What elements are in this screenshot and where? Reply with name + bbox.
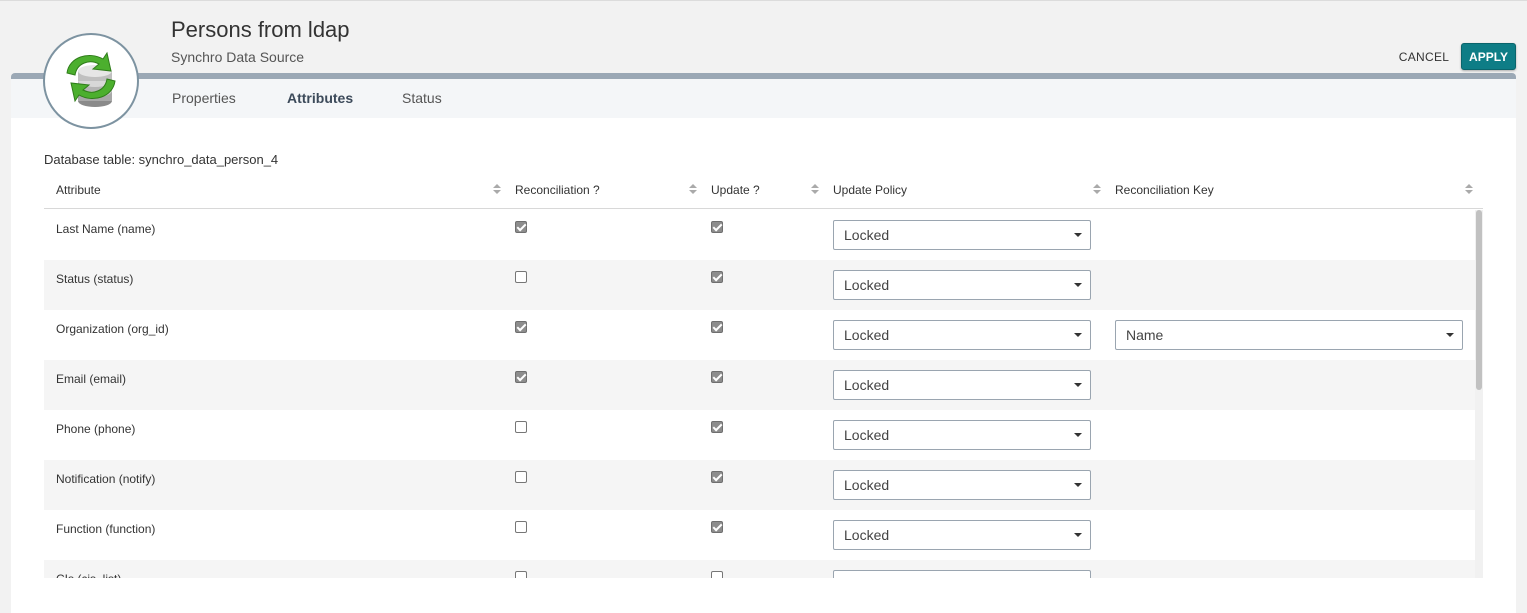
update-policy-value: Locked	[844, 427, 890, 443]
update-checkbox[interactable]	[711, 271, 723, 283]
update-policy-select[interactable]: Locked	[833, 320, 1091, 350]
attributes-table-body: Last Name (name) Locked Status (status) Loc…	[44, 210, 1475, 578]
caret-down-icon	[1074, 383, 1082, 387]
column-header-reconciliation[interactable]: Reconciliation ?	[515, 183, 600, 197]
table-row: Status (status) Locked	[44, 260, 1475, 310]
update-policy-select[interactable]	[833, 570, 1091, 578]
table-row: Last Name (name) Locked	[44, 210, 1475, 260]
attribute-name: CIs (cis_list)	[56, 572, 121, 578]
table-row: Email (email) Locked	[44, 360, 1475, 410]
caret-down-icon	[1074, 483, 1082, 487]
sort-icon[interactable]	[493, 184, 501, 196]
page-subtitle: Synchro Data Source	[171, 49, 305, 65]
cancel-button[interactable]: CANCEL	[1390, 44, 1458, 70]
reconciliation-key-value: Name	[1126, 327, 1164, 343]
update-checkbox[interactable]	[711, 421, 723, 433]
page-title: Persons from ldap	[171, 17, 350, 42]
update-policy-select[interactable]: Locked	[833, 420, 1091, 450]
sort-icon[interactable]	[1465, 184, 1473, 196]
attribute-name: Function (function)	[56, 522, 156, 536]
caret-down-icon	[1446, 333, 1454, 337]
table-scrollbar[interactable]	[1475, 210, 1483, 578]
reconciliation-checkbox[interactable]	[515, 321, 527, 333]
update-policy-value: Locked	[844, 227, 890, 243]
column-header-update-policy[interactable]: Update Policy	[833, 183, 907, 197]
update-policy-value: Locked	[844, 477, 890, 493]
table-row: Phone (phone) Locked	[44, 410, 1475, 460]
top-divider	[0, 0, 1527, 1]
attribute-name: Organization (org_id)	[56, 322, 169, 336]
attribute-name: Phone (phone)	[56, 422, 136, 436]
apply-button[interactable]: APPLY	[1461, 43, 1516, 70]
reconciliation-checkbox[interactable]	[515, 471, 527, 483]
table-row: Organization (org_id) Locked Name	[44, 310, 1475, 360]
database-table-label: Database table: synchro_data_person_4	[44, 152, 279, 167]
scrollbar-thumb[interactable]	[1476, 210, 1482, 390]
caret-down-icon	[1074, 333, 1082, 337]
update-policy-select[interactable]: Locked	[833, 470, 1091, 500]
table-row: Notification (notify) Locked	[44, 460, 1475, 510]
column-header-reconciliation-key[interactable]: Reconciliation Key	[1115, 183, 1214, 197]
sort-icon[interactable]	[689, 184, 697, 196]
update-policy-value: Locked	[844, 277, 890, 293]
tab-bar: Properties Attributes Status	[11, 79, 1516, 118]
update-checkbox[interactable]	[711, 521, 723, 533]
update-checkbox[interactable]	[711, 571, 723, 578]
column-header-attribute[interactable]: Attribute	[56, 183, 101, 197]
reconciliation-checkbox[interactable]	[515, 221, 527, 233]
table-header: Attribute Reconciliation ? Update ? Upda…	[44, 176, 1483, 209]
update-policy-select[interactable]: Locked	[833, 220, 1091, 250]
update-checkbox[interactable]	[711, 321, 723, 333]
synchro-database-icon	[43, 33, 139, 129]
caret-down-icon	[1074, 283, 1082, 287]
attribute-name: Status (status)	[56, 272, 134, 286]
tab-properties[interactable]: Properties	[172, 90, 236, 106]
tab-status[interactable]: Status	[402, 90, 442, 106]
reconciliation-checkbox[interactable]	[515, 521, 527, 533]
column-header-update[interactable]: Update ?	[711, 183, 760, 197]
attribute-name: Notification (notify)	[56, 472, 156, 486]
caret-down-icon	[1074, 233, 1082, 237]
update-policy-select[interactable]: Locked	[833, 370, 1091, 400]
update-checkbox[interactable]	[711, 471, 723, 483]
reconciliation-checkbox[interactable]	[515, 571, 527, 578]
reconciliation-checkbox[interactable]	[515, 271, 527, 283]
sort-icon[interactable]	[1093, 184, 1101, 196]
caret-down-icon	[1074, 533, 1082, 537]
reconciliation-checkbox[interactable]	[515, 371, 527, 383]
table-row: CIs (cis_list)	[44, 560, 1475, 578]
reconciliation-checkbox[interactable]	[515, 421, 527, 433]
update-policy-value: Locked	[844, 327, 890, 343]
update-checkbox[interactable]	[711, 371, 723, 383]
update-policy-value: Locked	[844, 377, 890, 393]
table-row: Function (function) Locked	[44, 510, 1475, 560]
attribute-name: Email (email)	[56, 372, 127, 386]
update-policy-value: Locked	[844, 527, 890, 543]
tab-attributes[interactable]: Attributes	[287, 90, 353, 106]
update-checkbox[interactable]	[711, 221, 723, 233]
update-policy-select[interactable]: Locked	[833, 270, 1091, 300]
caret-down-icon	[1074, 433, 1082, 437]
reconciliation-key-select[interactable]: Name	[1115, 320, 1463, 350]
update-policy-select[interactable]: Locked	[833, 520, 1091, 550]
sort-icon[interactable]	[811, 184, 819, 196]
attribute-name: Last Name (name)	[56, 222, 156, 236]
